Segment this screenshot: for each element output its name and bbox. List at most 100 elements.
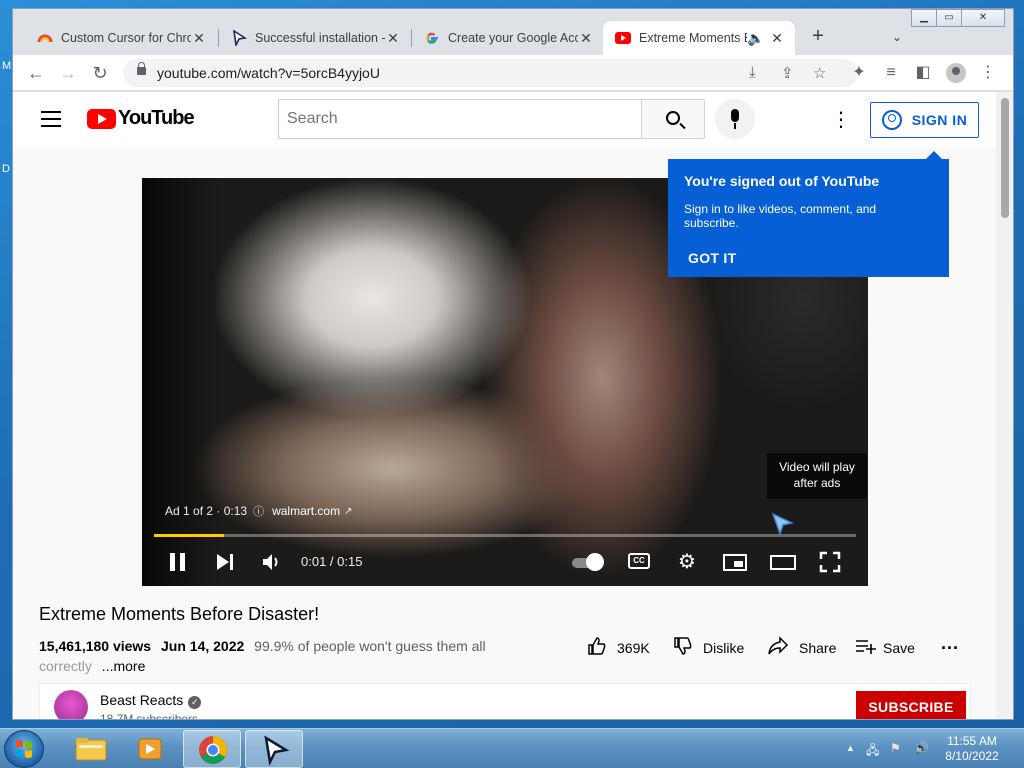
- share-button[interactable]: Share: [767, 635, 837, 660]
- fullscreen-button[interactable]: [818, 550, 842, 574]
- like-count: 369K: [617, 640, 650, 656]
- tab-title: Successful installation -: [255, 31, 385, 45]
- sign-in-label: SIGN IN: [911, 112, 968, 128]
- signed-out-tooltip: You're signed out of YouTube Sign in to …: [668, 151, 949, 277]
- start-button[interactable]: [4, 730, 44, 768]
- progress-fill: [154, 534, 225, 537]
- reload-icon[interactable]: ↻: [89, 62, 111, 84]
- search-input[interactable]: [278, 99, 642, 139]
- youtube-play-logo-icon: [87, 108, 116, 129]
- taskbar-media-player[interactable]: [122, 730, 180, 768]
- view-count: 15,461,180 views: [39, 638, 152, 654]
- tab-strip: Custom Cursor for Chrome ✕ Successful in…: [13, 9, 1013, 55]
- forward-arrow-icon[interactable]: →: [57, 62, 79, 84]
- tab-successful-installation[interactable]: Successful installation - ✕: [219, 21, 411, 55]
- autoplay-toggle[interactable]: [570, 550, 606, 574]
- maximize-button[interactable]: ▭: [936, 9, 962, 27]
- side-panel-icon[interactable]: ◧: [912, 62, 934, 84]
- video-meta[interactable]: 15,461,180 views Jun 14, 2022 99.9% of p…: [39, 636, 509, 676]
- miniplayer-button[interactable]: [722, 550, 748, 574]
- progress-bar[interactable]: [154, 534, 856, 537]
- save-button[interactable]: Save: [855, 636, 915, 660]
- description-text: 99.9% of people won't guess them all: [254, 638, 486, 654]
- got-it-button[interactable]: GOT IT: [688, 250, 933, 266]
- like-button[interactable]: 369K: [587, 636, 650, 660]
- sign-in-button[interactable]: SIGN IN: [870, 102, 979, 138]
- page-scrollbar[interactable]: [996, 92, 1013, 719]
- windows-logo-icon: [16, 740, 32, 758]
- window-controls: ▁ ▭ ✕: [911, 9, 1005, 27]
- subscribe-button[interactable]: SUBSCRIBE: [856, 691, 966, 719]
- extensions-puzzle-icon[interactable]: ✦: [848, 62, 870, 84]
- share-label: Share: [799, 640, 837, 656]
- subtitles-button[interactable]: CC: [628, 550, 650, 574]
- desktop-icon-fragment[interactable]: D: [2, 163, 10, 175]
- settings-kebab-icon[interactable]: ⋮: [829, 106, 853, 134]
- tab-custom-cursor[interactable]: Custom Cursor for Chrome ✕: [25, 21, 217, 55]
- channel-name[interactable]: Beast Reacts ✓: [100, 692, 202, 709]
- browser-toolbar: ← → ↻ youtube.com/watch?v=5orcB4yyjoU ⤓ …: [13, 55, 1013, 91]
- youtube-logo-text: YouTube: [118, 107, 195, 129]
- close-tab-icon[interactable]: ✕: [191, 30, 207, 47]
- close-tab-icon[interactable]: ✕: [385, 30, 401, 47]
- audio-playing-icon[interactable]: 🔈: [747, 30, 764, 47]
- voice-search-button[interactable]: [715, 99, 755, 139]
- taskbar-cursor-app[interactable]: [245, 730, 303, 768]
- thumbs-down-icon: [673, 636, 693, 661]
- search-icon: [666, 111, 680, 125]
- windows-taskbar: ▲ 🖧 ⚑ 🔊 11:55 AM 8/10/2022: [0, 728, 1024, 768]
- lock-icon[interactable]: [137, 62, 146, 75]
- install-app-icon[interactable]: ⤓: [749, 64, 756, 81]
- ad-link[interactable]: walmart.com: [272, 504, 340, 518]
- taskbar-explorer[interactable]: [62, 730, 120, 768]
- back-arrow-icon[interactable]: ←: [25, 62, 47, 84]
- close-tab-icon[interactable]: ✕: [578, 30, 594, 47]
- hamburger-menu-icon[interactable]: [41, 111, 61, 127]
- pause-button[interactable]: [168, 550, 188, 574]
- volume-icon[interactable]: [260, 550, 284, 574]
- dislike-label: Dislike: [703, 640, 745, 656]
- theater-mode-button[interactable]: [769, 550, 797, 574]
- tab-title: Create your Google Acco: [448, 31, 578, 45]
- share-page-icon[interactable]: ⇪: [781, 64, 794, 82]
- more-actions-icon[interactable]: ···: [941, 636, 959, 660]
- network-icon[interactable]: 🖧: [866, 741, 879, 762]
- time-display: 0:01 / 0:15: [301, 554, 363, 569]
- tab-search-chevron-icon[interactable]: ⌄: [885, 25, 909, 49]
- taskbar-chrome[interactable]: [183, 730, 241, 768]
- new-tab-plus-icon[interactable]: +: [806, 25, 830, 49]
- close-tab-icon[interactable]: ✕: [769, 30, 785, 47]
- tab-youtube-active[interactable]: Extreme Moments B 🔈 ✕: [603, 21, 795, 55]
- search-button[interactable]: [641, 99, 705, 139]
- profile-avatar-icon[interactable]: [945, 62, 967, 84]
- action-center-flag-icon[interactable]: ⚑: [890, 741, 901, 755]
- volume-tray-icon[interactable]: 🔊: [914, 741, 929, 755]
- tab-google-account[interactable]: Create your Google Acco ✕: [412, 21, 604, 55]
- info-icon[interactable]: ⓘ: [253, 503, 264, 519]
- browser-menu-icon[interactable]: ⋮: [977, 62, 999, 84]
- bookmark-star-icon[interactable]: ☆: [813, 64, 826, 82]
- scrollbar-thumb[interactable]: [1001, 98, 1009, 218]
- thumbs-up-icon: [587, 636, 607, 661]
- media-control-icon[interactable]: ≡: [880, 62, 902, 84]
- show-more-link[interactable]: ...more: [102, 658, 146, 674]
- frame-dark: [142, 178, 222, 586]
- minimize-button[interactable]: ▁: [911, 9, 937, 27]
- settings-gear-icon[interactable]: ⚙: [676, 550, 698, 574]
- url-text[interactable]: youtube.com/watch?v=5orcB4yyjoU: [157, 65, 380, 81]
- channel-avatar[interactable]: [54, 690, 88, 719]
- account-circle-icon: [881, 110, 902, 130]
- ad-preview-text: Video will play after ads: [767, 453, 867, 499]
- tooltip-body: Sign in to like videos, comment, and sub…: [684, 202, 877, 230]
- verified-check-icon: ✓: [188, 696, 202, 709]
- external-link-icon: ↗: [344, 505, 353, 517]
- dislike-button[interactable]: Dislike: [673, 636, 744, 660]
- address-bar[interactable]: youtube.com/watch?v=5orcB4yyjoU ⤓ ⇪ ☆: [123, 59, 858, 87]
- desktop-icon-fragment[interactable]: M: [2, 60, 11, 72]
- show-hidden-icons-arrow[interactable]: ▲: [846, 743, 855, 753]
- next-button[interactable]: [214, 550, 236, 574]
- youtube-logo[interactable]: YouTube: [87, 107, 195, 130]
- folder-icon: [75, 738, 107, 761]
- window-close-button[interactable]: ✕: [961, 9, 1005, 27]
- system-clock[interactable]: 11:55 AM 8/10/2022: [934, 734, 1010, 764]
